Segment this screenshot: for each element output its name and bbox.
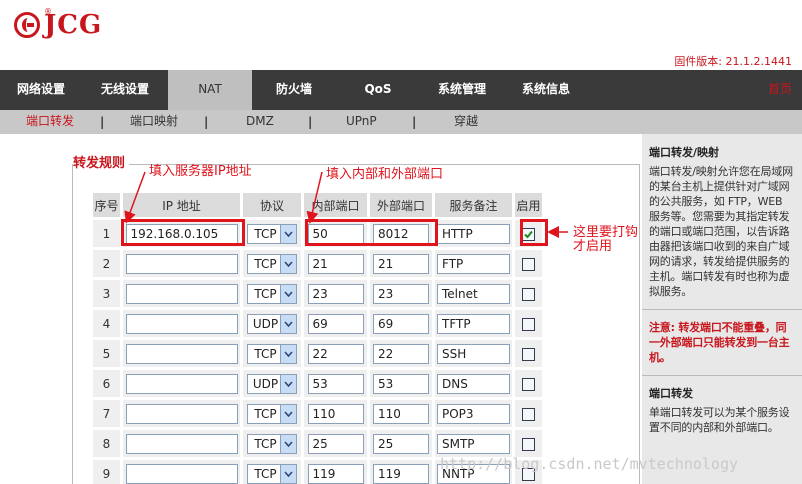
arrow-to-ports	[306, 171, 323, 224]
help-title-port-forward: 端口转发	[649, 387, 693, 400]
annotation-enable-line2: 才启用	[573, 239, 613, 254]
arrow-to-ip	[124, 171, 146, 224]
help-title-port-forward-mapping: 端口转发/映射	[649, 146, 720, 159]
help-text-port-forward-mapping: 端口转发/映射允许您在局域网的某台主机上提供针对广域网的公共服务，如 FTP，W…	[649, 165, 793, 298]
help-divider	[642, 375, 802, 376]
help-warning: 注意: 转发端口不能重叠，同一外部端口只能转发到一台主机。	[649, 321, 790, 364]
annotation-ports: 填入内部和外部端口	[326, 167, 444, 182]
annotation-server-ip: 填入服务器IP地址	[149, 164, 252, 179]
watermark: http://blog.csdn.net/mvtechnology	[440, 455, 739, 473]
help-text-port-forward: 单端口转发可以为某个服务设置不同的内部和外部端口。	[649, 406, 790, 434]
help-divider	[642, 309, 802, 310]
help-sidebar: 端口转发/映射 端口转发/映射允许您在局域网的某台主机上提供针对广域网的公共服务…	[642, 134, 802, 484]
annotation-enable-line1: 这里要打钩	[573, 225, 639, 240]
